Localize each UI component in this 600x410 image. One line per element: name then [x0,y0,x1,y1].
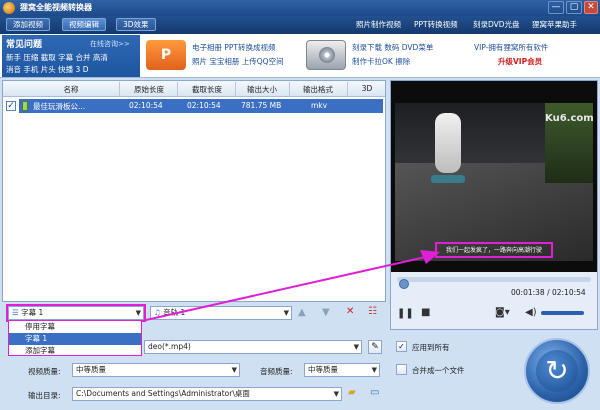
col-output-format[interactable]: 输出格式 [291,84,345,95]
apply-all-label: 应用到所有 [412,343,450,352]
apple-helper-link[interactable]: 狸窝苹果助手 [532,19,577,30]
karaoke-link[interactable]: 制作卡拉OK 擦除 [352,56,410,67]
chevron-down-icon: ▼ [371,366,377,374]
ppt-to-video-link[interactable]: PPT转换视频 [414,19,458,30]
dvd-menu-link[interactable]: 刻录下载 数码 DVD菜单 [352,42,433,53]
file-list-header: 名称 原始长度 截取长度 输出大小 输出格式 3D [3,81,385,97]
audio-quality-select[interactable]: 中等质量 ▼ [304,363,380,377]
annotation-arrow [145,250,440,321]
album-ppt-link[interactable]: 电子相册 PPT转换成视频 [192,42,276,53]
audio-quality-value: 中等质量 [308,365,338,374]
upgrade-vip-link[interactable]: 升级VIP会员 [498,56,542,67]
profile-settings-wrench-icon[interactable]: ✎ [368,340,382,354]
output-dir-label: 输出目录: [28,391,61,400]
subtitle-option-add[interactable]: 添加字幕 [9,345,141,357]
maximize-button[interactable]: ▢ [566,1,582,14]
table-row[interactable]: 最佳玩滑板公... 02:10:54 02:10:54 781.75 MB mk… [19,99,383,113]
add-video-button[interactable]: 添加视频 [6,18,50,31]
video-quality-value: 中等质量 [76,365,106,374]
close-button[interactable]: ✕ [584,1,598,14]
subtitle-option-1[interactable]: 字幕 1 [9,333,141,345]
video-frame: Ku6.com 我们一起发疯了，一路奔向高潮行驶 [395,103,593,261]
video-subtitle: 我们一起发疯了，一路奔向高潮行驶 [445,247,542,254]
photo-to-video-link[interactable]: 照片制作视频 [356,19,401,30]
open-folder-icon[interactable]: ▭ [370,387,379,398]
col-output-size[interactable]: 输出大小 [237,84,287,95]
convert-refresh-icon: ↻ [536,350,578,392]
output-profile-select[interactable]: deo(*.mp4) ▼ [144,340,362,354]
window-title: 狸窝全能视频转换器 [20,3,92,12]
dvd-burn-icon[interactable] [306,40,346,70]
vip-info-link[interactable]: VIP-拥有狸窝所有软件 [474,42,548,53]
browse-folder-icon[interactable]: ▰ [348,387,356,398]
volume-slider[interactable] [541,311,584,315]
snapshot-camera-icon[interactable]: ◙▾ [495,307,510,318]
burn-dvd-link[interactable]: 刻录DVD光盘 [473,19,520,30]
title-bar: 狸窝全能视频转换器 — ▢ ✕ [0,0,600,16]
video-watermark: Ku6.com [545,113,593,124]
row-original-length: 02:10:54 [129,101,163,110]
main-toolbar: 添加视频 视频编辑 3D效果 照片制作视频 PPT转换视频 刻录DVD光盘 狸窝… [0,16,600,34]
start-convert-button[interactable]: ↻ [524,338,590,404]
app-logo-icon [3,2,15,14]
video-edit-button[interactable]: 视频编辑 [62,18,106,31]
faq-topics-line2[interactable]: 消音 手机 片头 快播 3 D [6,64,88,75]
col-3d[interactable]: 3D [349,84,385,93]
faq-heading: 常见问题 [6,40,43,50]
photo-album-link[interactable]: 照片 宝宝相册 上传QQ空间 [192,56,284,67]
ppt-album-icon[interactable]: P [146,40,186,70]
output-dir-field[interactable]: C:\Documents and Settings\Administrator\… [72,387,342,401]
3d-effect-button[interactable]: 3D效果 [116,18,156,31]
subtitle-option-disable[interactable]: 停用字幕 [9,321,141,333]
video-quality-label: 视频质量: [28,367,61,376]
output-dir-value: C:\Documents and Settings\Administrator\… [76,389,250,398]
chevron-down-icon: ▼ [231,366,237,374]
time-readout: 00:01:38 / 02:10:54 [511,288,586,297]
output-profile-value: deo(*.mp4) [148,342,191,351]
faq-topics-line1[interactable]: 新手 压缩 截取 字幕 合并 高清 [6,52,108,63]
chevron-down-icon: ▼ [333,390,339,398]
promo-banner: 常见问题 在线咨询>> 新手 压缩 截取 字幕 合并 高清 消音 手机 片头 快… [0,34,600,78]
merge-label: 合并成一个文件 [412,366,465,375]
row-cut-length: 02:10:54 [187,101,221,110]
faq-panel: 常见问题 在线咨询>> 新手 压缩 截取 字幕 合并 高清 消音 手机 片头 快… [2,35,140,77]
chevron-down-icon: ▼ [353,343,359,351]
volume-icon[interactable]: ◀) [525,307,537,318]
col-name[interactable]: 名称 [51,84,91,95]
col-cut-length[interactable]: 截取长度 [179,84,235,95]
row-output-size: 781.75 MB [241,101,282,110]
online-consult-link[interactable]: 在线咨询>> [90,39,130,49]
row-checkbox[interactable]: ✓ [6,101,16,111]
audio-quality-label: 音频质量: [260,367,293,376]
merge-checkbox[interactable] [396,364,407,375]
row-name: 最佳玩滑板公... [33,102,86,111]
apply-all-checkbox[interactable]: ✓ [396,341,407,352]
subtitle-dropdown-list: 停用字幕 字幕 1 添加字幕 [8,320,142,356]
minimize-button[interactable]: — [548,1,564,14]
video-file-icon [22,101,28,111]
video-quality-select[interactable]: 中等质量 ▼ [72,363,240,377]
col-original-length[interactable]: 原始长度 [121,84,177,95]
row-output-format: mkv [311,101,328,110]
